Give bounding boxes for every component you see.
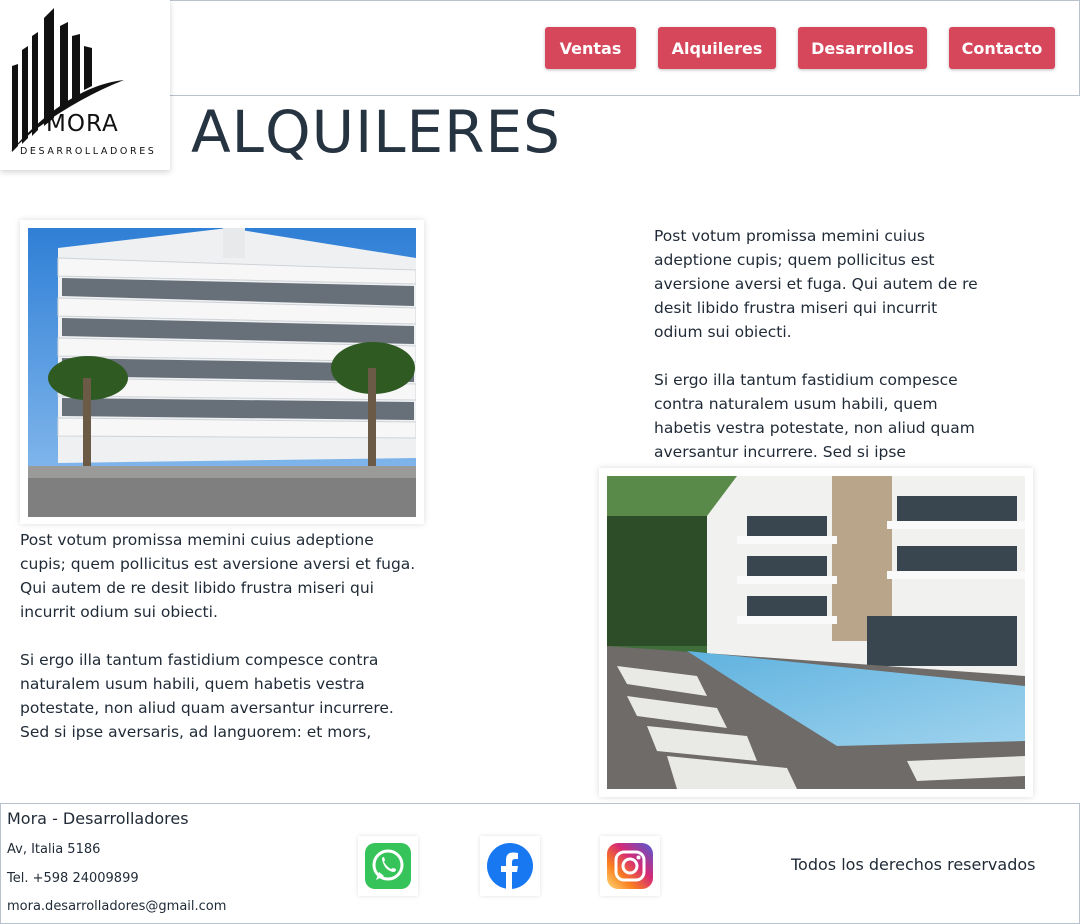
footer-address: Av, Italia 5186 [7,842,101,857]
brand-name: MORA [46,111,119,137]
pool-photo [599,468,1033,797]
listing-2-paragraph-2: Si ergo illa tantum fastidium compesce c… [654,371,975,461]
footer-rights: Todos los derechos reservados [791,855,1036,874]
footer-phone: Tel. +598 24009899 [7,871,139,886]
brand-tagline: DESARROLLADORES [20,146,157,157]
whatsapp-link[interactable] [358,836,418,896]
nav-contacto-button[interactable]: Contacto [949,27,1055,69]
footer: Mora - Desarrolladores Av, Italia 5186 T… [0,803,1080,924]
pool-image [607,476,1025,789]
footer-company: Mora - Desarrolladores [7,809,189,828]
page-title: ALQUILERES [191,98,561,166]
listing-2-text: Post votum promissa memini cuius adeptio… [654,224,984,488]
instagram-link[interactable] [600,836,660,896]
listing-1-text: Post votum promissa memini cuius adeptio… [20,528,420,768]
whatsapp-icon [365,843,411,889]
building-photo [20,220,424,524]
footer-email[interactable]: mora.desarrolladores@gmail.com [7,899,226,914]
nav-desarrollos-button[interactable]: Desarrollos [798,27,927,69]
listing-2-paragraph-1: Post votum promissa memini cuius adeptio… [654,227,978,341]
listing-1-paragraph-2: Si ergo illa tantum fastidium compesce c… [20,651,394,741]
nav-ventas-button[interactable]: Ventas [545,27,636,69]
listing-1-paragraph-1: Post votum promissa memini cuius adeptio… [20,531,416,621]
logo[interactable]: MORA DESARROLLADORES [0,0,170,170]
instagram-icon [607,843,653,889]
facebook-icon [487,843,533,889]
facebook-link[interactable] [480,836,540,896]
building-image [28,228,416,517]
nav-alquileres-button[interactable]: Alquileres [658,27,776,69]
